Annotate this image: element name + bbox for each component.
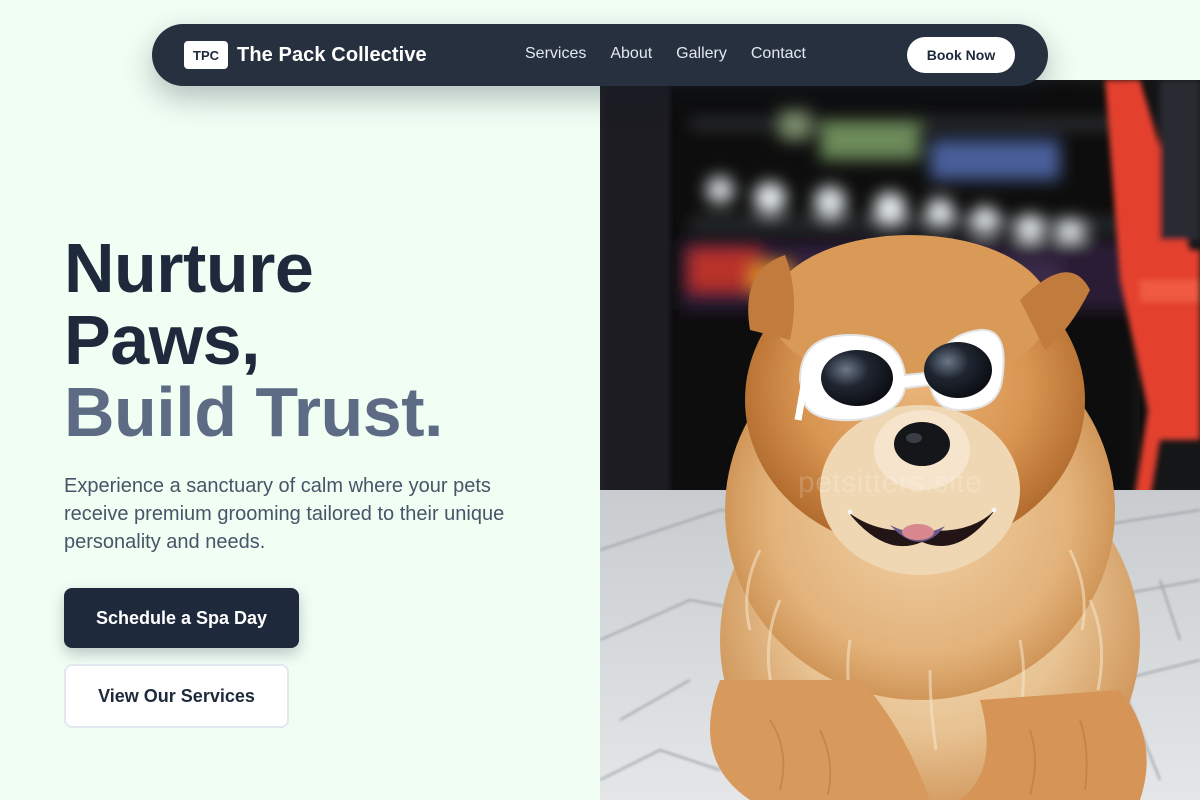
nav-link-about[interactable]: About: [610, 44, 652, 64]
nav-links: Services About Gallery Contact: [525, 44, 830, 64]
navbar: TPC The Pack Collective Services About G…: [152, 24, 1048, 86]
image-watermark: petsitters.site: [798, 466, 983, 499]
hero-headline: Nurture Paws, Build Trust.: [64, 229, 444, 451]
headline-line-3: Build Trust.: [64, 373, 444, 451]
logo-badge: TPC: [184, 41, 228, 69]
nav-link-services[interactable]: Services: [525, 44, 586, 64]
nav-link-gallery[interactable]: Gallery: [676, 44, 727, 64]
schedule-spa-day-button[interactable]: Schedule a Spa Day: [64, 588, 299, 648]
view-services-button[interactable]: View Our Services: [64, 664, 289, 728]
nav-link-contact[interactable]: Contact: [751, 44, 806, 64]
dog-photo-illustration: [600, 80, 1200, 800]
brand[interactable]: TPC The Pack Collective: [184, 41, 427, 69]
headline-line-1: Nurture: [64, 229, 314, 307]
headline-line-2: Paws,: [64, 301, 260, 379]
hero-image: petsitters.site: [600, 80, 1200, 800]
book-now-button[interactable]: Book Now: [907, 37, 1015, 73]
hero-subtext: Experience a sanctuary of calm where you…: [64, 475, 505, 553]
brand-name: The Pack Collective: [237, 43, 427, 66]
